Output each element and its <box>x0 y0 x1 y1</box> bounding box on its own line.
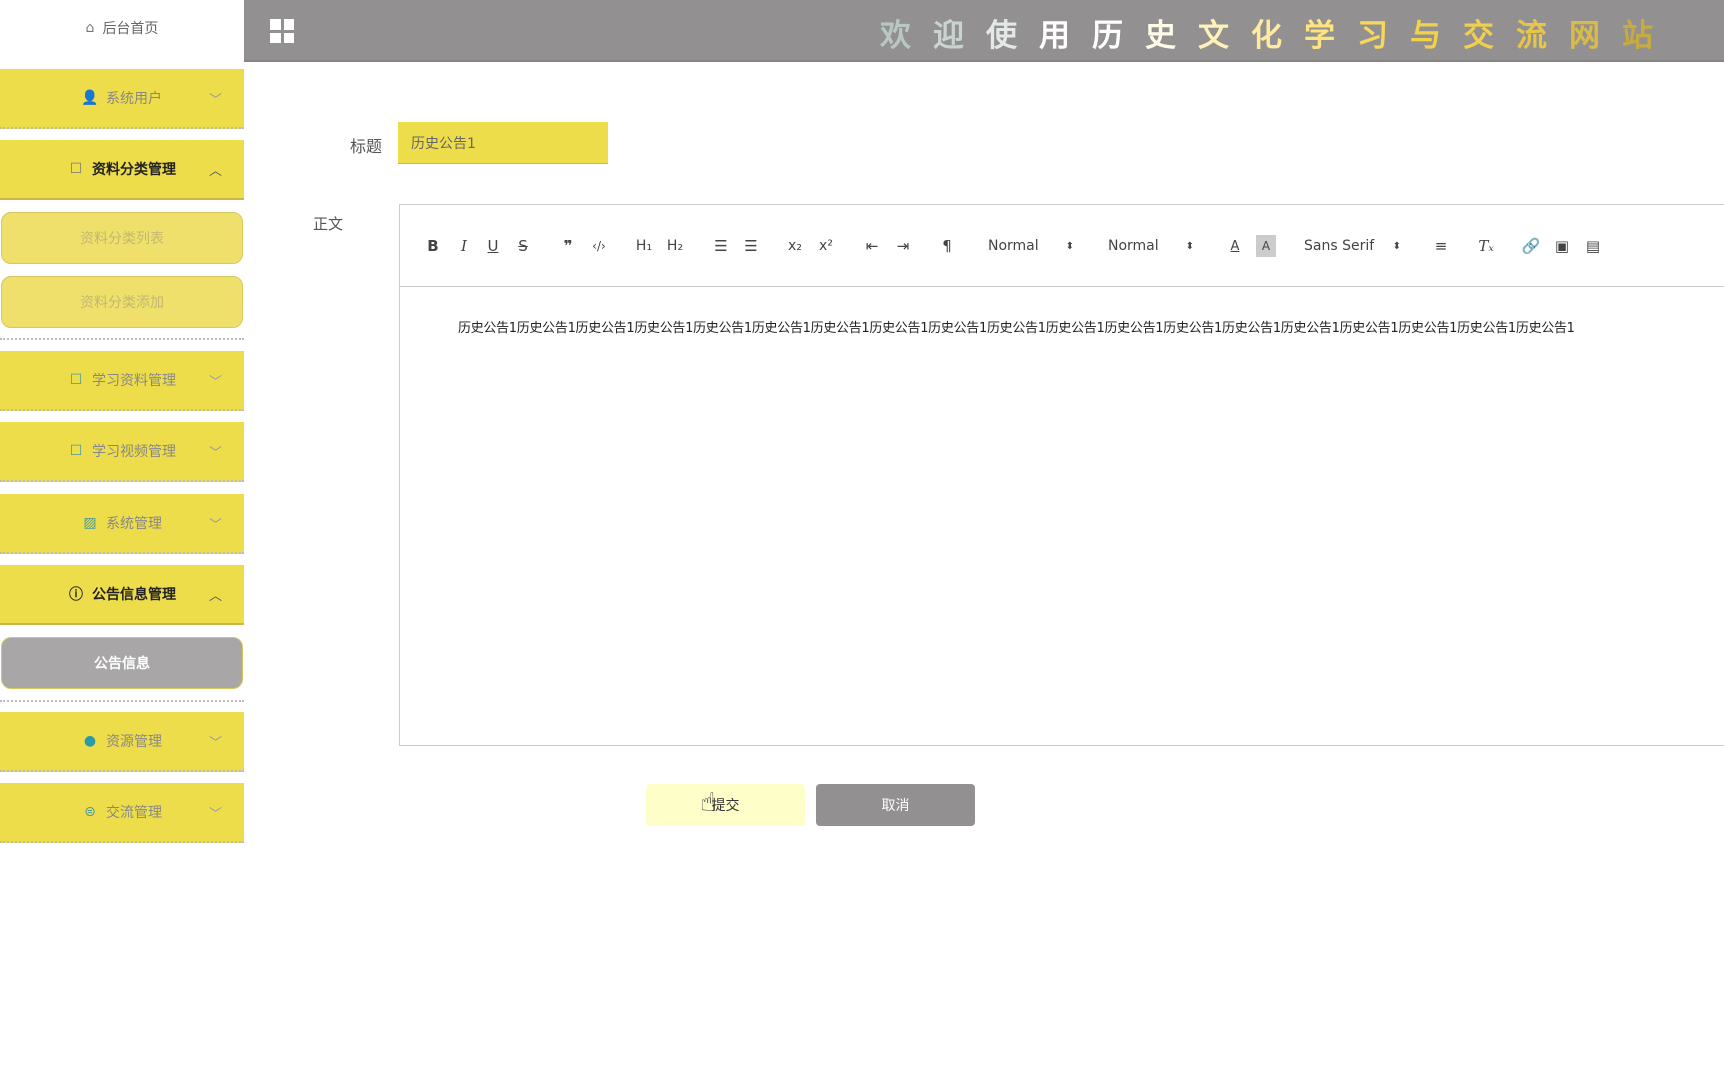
menu-resource-manage[interactable]: ● 资源管理 ﹀ <box>0 712 244 772</box>
menu-study-material[interactable]: ☐ 学习资料管理 ﹀ <box>0 351 244 411</box>
underline-icon[interactable]: U <box>483 235 503 257</box>
chevron-down-icon: ﹀ <box>208 806 222 822</box>
home-icon: ⌂ <box>85 20 95 36</box>
align-icon[interactable]: ≡ <box>1431 235 1451 257</box>
select-arrows-icon: ⬍ <box>1185 240 1194 252</box>
font-select[interactable]: Sans Serif ⬍ <box>1304 235 1401 257</box>
h1-icon[interactable]: H₁ <box>634 235 654 257</box>
site-title-char: 欢 <box>880 18 911 54</box>
site-title-char: 使 <box>986 18 1017 54</box>
submenu-notice-info[interactable]: 公告信息 <box>1 637 243 689</box>
site-title: 欢迎使用历史文化学习与交流网站 <box>880 10 1653 55</box>
submit-button[interactable]: 提交 <box>646 784 805 826</box>
indent-icon[interactable]: ⇥ <box>893 235 913 257</box>
bold-icon[interactable]: B <box>423 235 443 257</box>
site-title-char: 学 <box>1304 18 1335 54</box>
image-icon: ▨ <box>83 515 97 531</box>
site-title-char: 化 <box>1251 18 1282 54</box>
code-icon[interactable]: ‹/› <box>589 235 609 257</box>
menu-material-category[interactable]: ☐ 资料分类管理 ︿ <box>0 140 244 200</box>
menu-exchange-manage[interactable]: ⊜ 交流管理 ﹀ <box>0 783 244 843</box>
image-icon[interactable]: ▣ <box>1552 235 1572 257</box>
editor-content[interactable]: 历史公告1历史公告1历史公告1历史公告1历史公告1历史公告1历史公告1历史公告1… <box>458 317 1575 336</box>
strike-icon[interactable]: S <box>513 235 533 257</box>
menu-system-users[interactable]: 👤 系统用户 ﹀ <box>0 69 244 129</box>
chevron-up-icon: ︿ <box>208 163 222 179</box>
chevron-down-icon: ﹀ <box>208 92 222 108</box>
note-icon: ☐ <box>69 161 83 177</box>
site-title-char: 站 <box>1622 18 1653 54</box>
link-icon[interactable]: 🔗 <box>1521 235 1541 257</box>
sidebar-home-link[interactable]: ⌂ 后台首页 <box>0 0 244 56</box>
chevron-down-icon: ﹀ <box>208 735 222 751</box>
site-title-char: 史 <box>1145 18 1176 54</box>
ordered-list-icon[interactable]: ☰ <box>711 235 731 257</box>
italic-icon[interactable]: I <box>454 235 474 257</box>
hand-cursor-icon: ☝ <box>700 788 716 818</box>
select-arrows-icon: ⬍ <box>1065 240 1074 252</box>
video-icon[interactable]: ▤ <box>1583 235 1603 257</box>
body-label: 正文 <box>313 215 344 233</box>
site-title-char: 习 <box>1357 18 1388 54</box>
grid-menu-icon[interactable] <box>270 19 294 43</box>
chevron-down-icon: ﹀ <box>208 445 222 461</box>
site-title-char: 与 <box>1410 18 1441 54</box>
submenu-category-list[interactable]: 资料分类列表 <box>1 212 243 264</box>
site-title-char: 历 <box>1092 18 1123 54</box>
subscript-icon[interactable]: x₂ <box>785 235 805 257</box>
note-icon: ☐ <box>69 443 83 459</box>
site-title-char: 网 <box>1569 18 1600 54</box>
superscript-icon[interactable]: x² <box>816 235 836 257</box>
user-icon: 👤 <box>81 90 99 106</box>
outdent-icon[interactable]: ⇤ <box>862 235 882 257</box>
info-icon: ⓘ <box>69 587 83 603</box>
menu-study-video[interactable]: ☐ 学习视频管理 ﹀ <box>0 422 244 482</box>
header-select[interactable]: Normal ⬍ <box>988 235 1074 257</box>
font-color-icon[interactable]: A <box>1225 235 1245 257</box>
size-select[interactable]: Normal ⬍ <box>1108 235 1194 257</box>
clear-format-icon[interactable]: Tₓ <box>1476 235 1496 257</box>
bullet-list-icon[interactable]: ☰ <box>741 235 761 257</box>
top-header: 欢迎使用历史文化学习与交流网站 <box>244 0 1724 62</box>
submenu-category-add[interactable]: 资料分类添加 <box>1 276 243 328</box>
menu-system-manage[interactable]: ▨ 系统管理 ﹀ <box>0 494 244 554</box>
bulb-icon: ● <box>83 733 97 749</box>
site-title-char: 流 <box>1516 18 1547 54</box>
site-title-char: 交 <box>1463 18 1494 54</box>
background-color-icon[interactable]: A <box>1256 235 1276 257</box>
chevron-up-icon: ︿ <box>208 588 222 604</box>
rich-text-editor[interactable]: B I U S ❞ ‹/› H₁ H₂ ☰ ☰ x₂ x² ⇤ ⇥ ¶ Norm… <box>399 204 1724 746</box>
menu-notice-manage[interactable]: ⓘ 公告信息管理 ︿ <box>0 565 244 625</box>
chat-icon: ⊜ <box>84 804 96 820</box>
divider <box>0 700 244 702</box>
site-title-char: 文 <box>1198 18 1229 54</box>
chevron-down-icon: ﹀ <box>208 517 222 533</box>
cancel-button[interactable]: 取消 <box>816 784 975 826</box>
chevron-down-icon: ﹀ <box>208 374 222 390</box>
sidebar: ⌂ 后台首页 👤 系统用户 ﹀ ☐ 资料分类管理 ︿ 资料分类列表 资料分类添加… <box>0 0 244 1080</box>
select-arrows-icon: ⬍ <box>1392 240 1401 252</box>
title-input[interactable] <box>398 122 608 164</box>
divider <box>0 338 244 340</box>
note-icon: ☐ <box>69 372 83 388</box>
site-title-char: 迎 <box>933 18 964 54</box>
text-direction-icon[interactable]: ¶ <box>937 235 957 257</box>
site-title-char: 用 <box>1039 18 1070 54</box>
blockquote-icon[interactable]: ❞ <box>558 235 578 257</box>
editor-toolbar: B I U S ❞ ‹/› H₁ H₂ ☰ ☰ x₂ x² ⇤ ⇥ ¶ Norm… <box>400 205 1724 287</box>
h2-icon[interactable]: H₂ <box>665 235 685 257</box>
title-label: 标题 <box>350 137 383 156</box>
